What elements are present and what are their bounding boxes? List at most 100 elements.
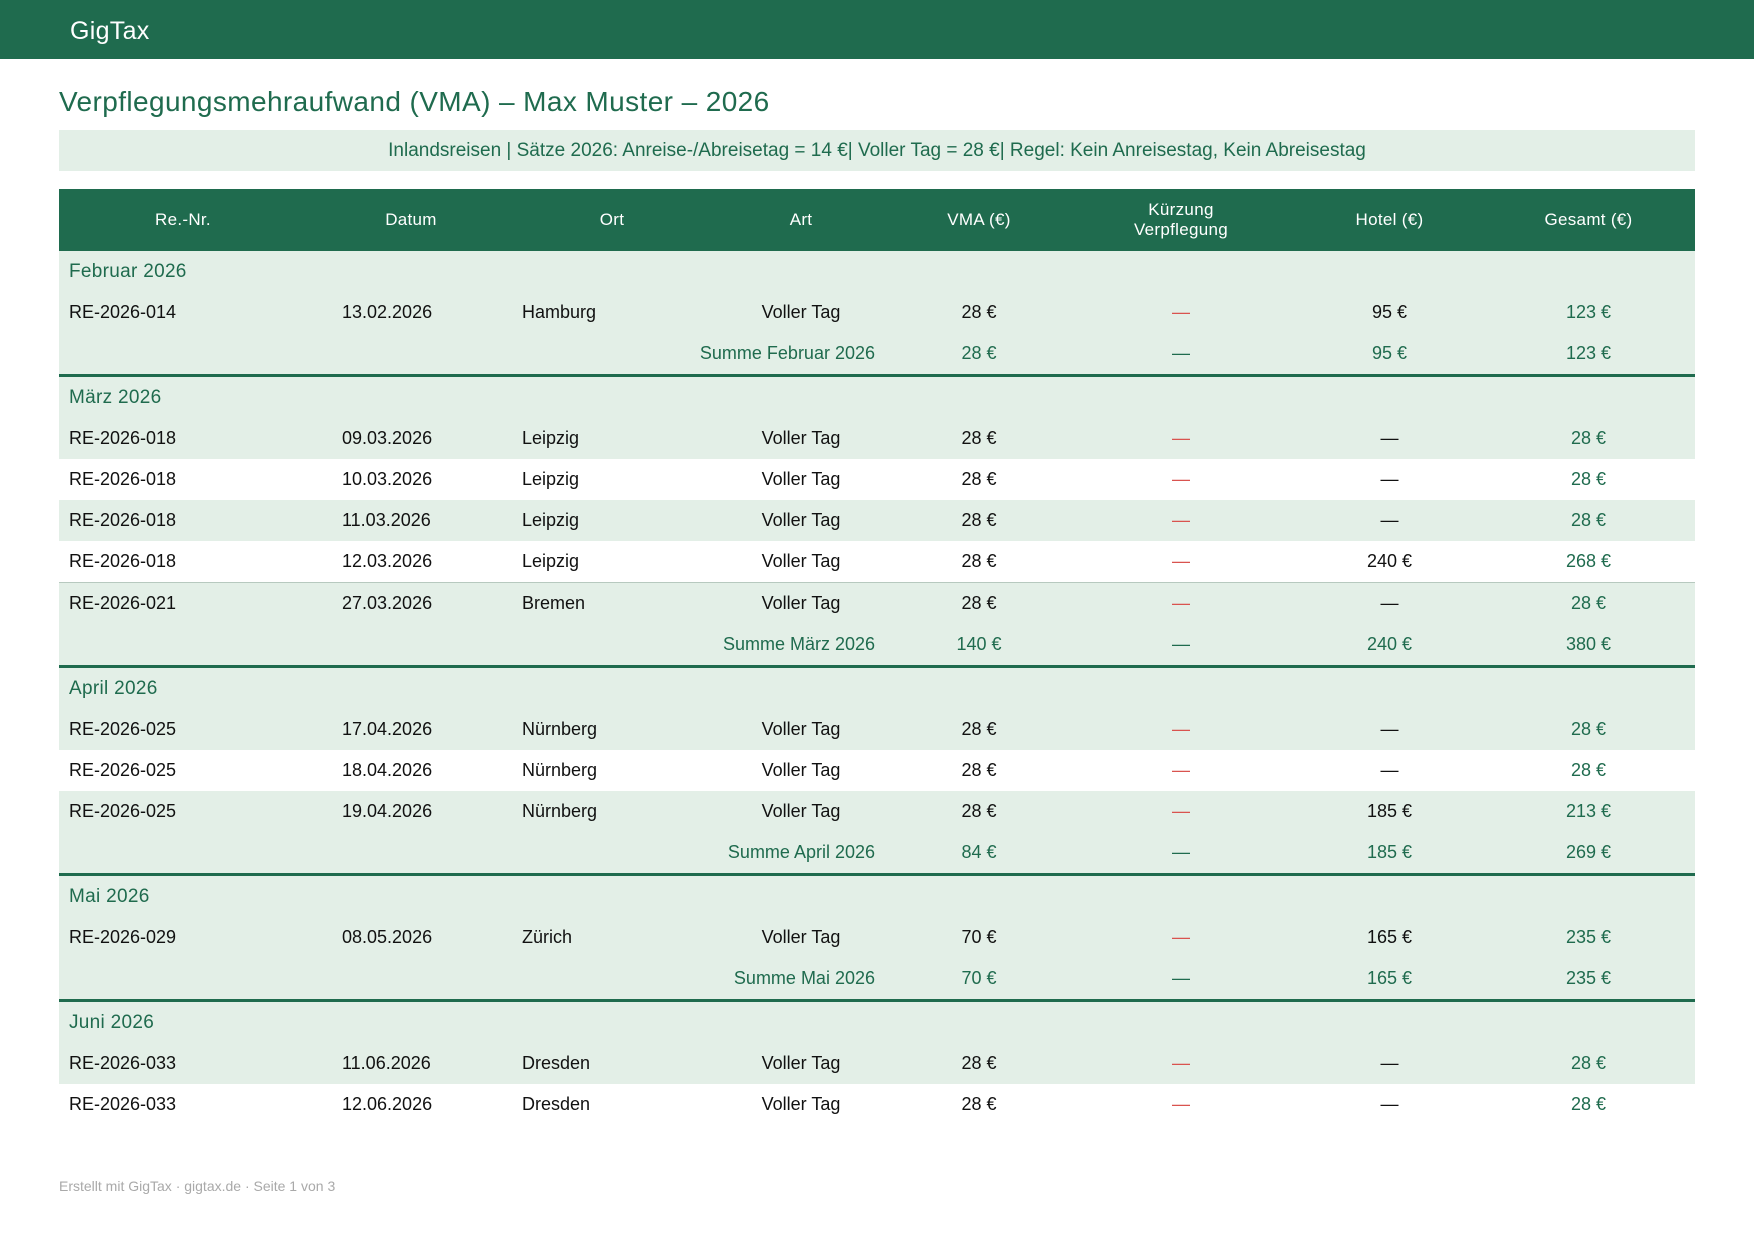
subtotal-label: Summe Mai 2026 [59, 958, 893, 1002]
cell-datum: 18.04.2026 [307, 750, 515, 791]
cell-art: Voller Tag [709, 582, 893, 624]
cell-datum: 09.03.2026 [307, 418, 515, 459]
column-header-re: Re.-Nr. [59, 189, 307, 251]
cell-datum: 11.06.2026 [307, 1043, 515, 1084]
vma-table-wrapper: Re.-Nr. Datum Ort Art VMA (€) Kürzung Ve… [59, 189, 1695, 1125]
cell-re-nr: RE-2026-014 [59, 292, 307, 333]
cell-kuerzung: — [1065, 500, 1297, 541]
cell-datum: 12.06.2026 [307, 1084, 515, 1125]
cell-vma: 28 € [893, 500, 1065, 541]
subtotal-gesamt: 123 € [1482, 333, 1695, 377]
cell-datum: 19.04.2026 [307, 791, 515, 832]
month-header-row: Mai 2026 [59, 874, 1695, 917]
table-row: RE-2026-025 18.04.2026 Nürnberg Voller Tag 2… [59, 750, 1695, 791]
cell-kuerzung: — [1065, 917, 1297, 958]
cell-art: Voller Tag [709, 750, 893, 791]
cell-kuerzung: — [1065, 1043, 1297, 1084]
subtotal-label: Summe Februar 2026 [59, 333, 893, 377]
subtotal-hotel: 185 € [1297, 832, 1482, 876]
column-header-datum: Datum [307, 189, 515, 251]
subtotal-gesamt: 269 € [1482, 832, 1695, 876]
cell-gesamt: 28 € [1482, 418, 1695, 459]
cell-datum: 10.03.2026 [307, 459, 515, 500]
info-banner: Inlandsreisen | Sätze 2026: Anreise-/Abr… [59, 130, 1695, 171]
column-header-kuerzung: Kürzung Verpflegung [1065, 189, 1297, 251]
cell-gesamt: 28 € [1482, 582, 1695, 624]
cell-ort: Nürnberg [515, 791, 709, 832]
cell-ort: Bremen [515, 582, 709, 624]
cell-re-nr: RE-2026-018 [59, 500, 307, 541]
cell-re-nr: RE-2026-033 [59, 1043, 307, 1084]
cell-re-nr: RE-2026-018 [59, 418, 307, 459]
subtotal-row: Summe Mai 2026 70 € —165 €235 € [59, 958, 1695, 1002]
table-row: RE-2026-029 08.05.2026 Zürich Voller Tag 70 … [59, 917, 1695, 958]
column-header-kuerzung-line1: Kürzung [1148, 200, 1214, 219]
subtotal-vma: 84 € [893, 832, 1065, 876]
page-footer: Erstellt mit GigTax · gigtax.de · Seite … [59, 1178, 336, 1194]
cell-datum: 13.02.2026 [307, 292, 515, 333]
cell-gesamt: 268 € [1482, 541, 1695, 583]
cell-kuerzung: — [1065, 709, 1297, 750]
cell-ort: Dresden [515, 1043, 709, 1084]
cell-vma: 28 € [893, 709, 1065, 750]
cell-vma: 70 € [893, 917, 1065, 958]
cell-ort: Leipzig [515, 500, 709, 541]
cell-kuerzung: — [1065, 459, 1297, 500]
subtotal-hotel: 95 € [1297, 333, 1482, 377]
cell-ort: Nürnberg [515, 709, 709, 750]
cell-vma: 28 € [893, 418, 1065, 459]
subtotal-kuerzung: — [1065, 832, 1297, 876]
cell-art: Voller Tag [709, 292, 893, 333]
subtotal-row: Summe März 2026 140 € —240 €380 € [59, 624, 1695, 668]
cell-art: Voller Tag [709, 541, 893, 583]
subtotal-hotel: 165 € [1297, 958, 1482, 1002]
cell-vma: 28 € [893, 541, 1065, 583]
cell-vma: 28 € [893, 750, 1065, 791]
month-label: Mai 2026 [59, 874, 1695, 917]
cell-datum: 27.03.2026 [307, 582, 515, 624]
cell-hotel: — [1297, 459, 1482, 500]
column-header-vma: VMA (€) [893, 189, 1065, 251]
cell-hotel: — [1297, 582, 1482, 624]
subtotal-kuerzung: — [1065, 958, 1297, 1002]
cell-re-nr: RE-2026-021 [59, 582, 307, 624]
cell-art: Voller Tag [709, 709, 893, 750]
cell-hotel: 240 € [1297, 541, 1482, 583]
cell-vma: 28 € [893, 1043, 1065, 1084]
subtotal-gesamt: 380 € [1482, 624, 1695, 668]
cell-re-nr: RE-2026-018 [59, 459, 307, 500]
cell-ort: Leipzig [515, 459, 709, 500]
column-header-gesamt: Gesamt (€) [1482, 189, 1695, 251]
cell-kuerzung: — [1065, 1084, 1297, 1125]
cell-hotel: — [1297, 500, 1482, 541]
cell-hotel: — [1297, 1043, 1482, 1084]
cell-vma: 28 € [893, 791, 1065, 832]
table-row: RE-2026-021 27.03.2026 Bremen Voller Tag 28 … [59, 582, 1695, 624]
cell-gesamt: 213 € [1482, 791, 1695, 832]
subtotal-label: Summe März 2026 [59, 624, 893, 668]
column-header-ort: Ort [515, 189, 709, 251]
cell-vma: 28 € [893, 292, 1065, 333]
cell-hotel: 185 € [1297, 791, 1482, 832]
month-header-row: April 2026 [59, 666, 1695, 709]
cell-gesamt: 123 € [1482, 292, 1695, 333]
subtotal-vma: 140 € [893, 624, 1065, 668]
vma-table: Re.-Nr. Datum Ort Art VMA (€) Kürzung Ve… [59, 189, 1695, 1125]
column-header-kuerzung-line2: Verpflegung [1133, 220, 1229, 239]
month-header-row: Februar 2026 [59, 251, 1695, 292]
cell-art: Voller Tag [709, 1043, 893, 1084]
cell-ort: Dresden [515, 1084, 709, 1125]
table-row: RE-2026-033 12.06.2026 Dresden Voller Tag 28… [59, 1084, 1695, 1125]
subtotal-gesamt: 235 € [1482, 958, 1695, 1002]
app-logo-text: GigTax [70, 17, 150, 45]
column-header-hotel: Hotel (€) [1297, 189, 1482, 251]
cell-datum: 08.05.2026 [307, 917, 515, 958]
month-label: Juni 2026 [59, 1000, 1695, 1043]
table-body: Februar 2026 RE-2026-014 13.02.2026 Hamburg… [59, 251, 1695, 1125]
table-header-row: Re.-Nr. Datum Ort Art VMA (€) Kürzung Ve… [59, 189, 1695, 251]
cell-ort: Hamburg [515, 292, 709, 333]
cell-art: Voller Tag [709, 500, 893, 541]
subtotal-row: Summe April 2026 84 € —185 €269 € [59, 832, 1695, 876]
cell-hotel: — [1297, 1084, 1482, 1125]
subtotal-kuerzung: — [1065, 624, 1297, 668]
